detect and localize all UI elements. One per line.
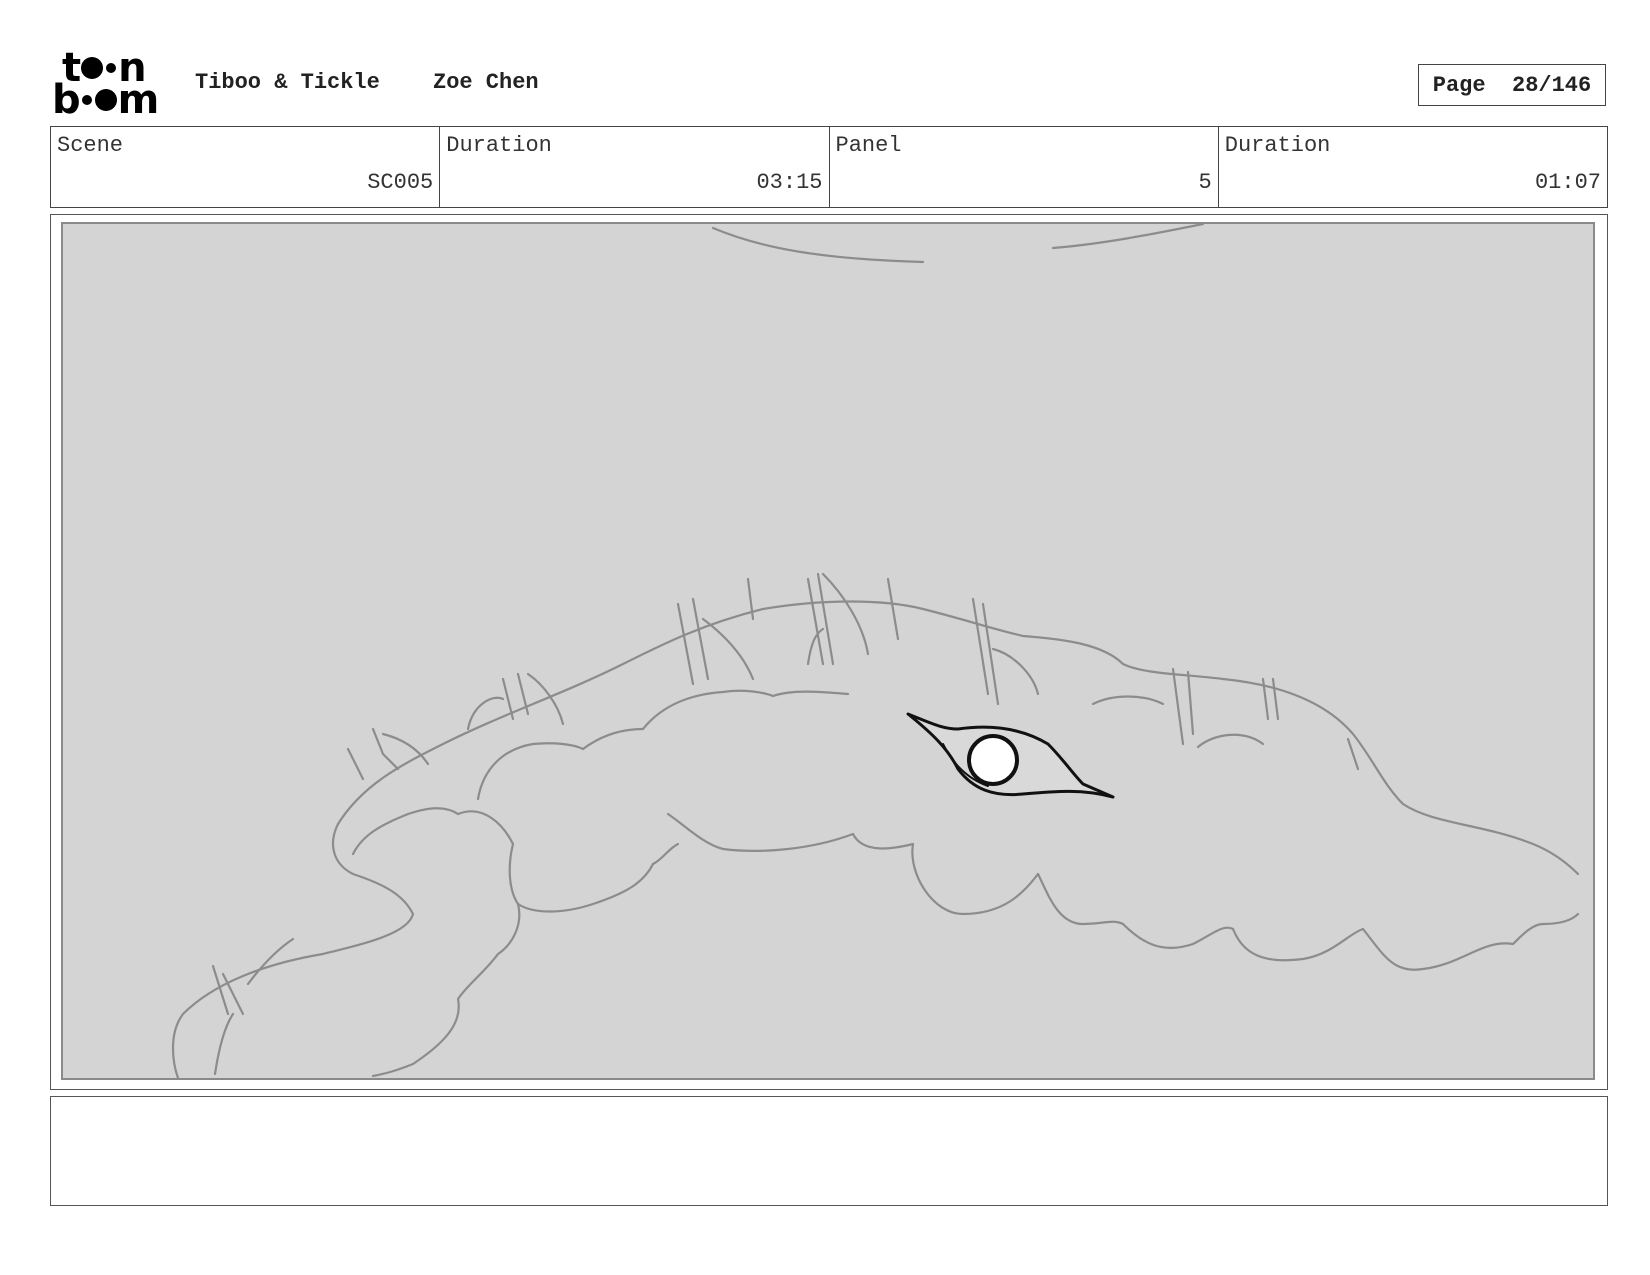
panel-label: Panel xyxy=(835,133,902,158)
storyboard-panel-frame xyxy=(50,214,1608,1090)
logo-dot xyxy=(81,95,92,105)
panel-value: 5 xyxy=(1198,170,1212,195)
scene-cell: Scene SC005 xyxy=(51,127,441,207)
creature-sketch xyxy=(171,224,1580,1078)
toon-boom-logo: t n b m xyxy=(52,48,172,123)
logo-letter-m: m xyxy=(117,77,160,123)
scene-info-table: Scene SC005 Duration 03:15 Panel 5 Durat… xyxy=(50,126,1608,208)
creature-outline xyxy=(171,224,1580,1078)
scene-duration-label: Duration xyxy=(446,133,552,158)
storyboard-panel-image xyxy=(61,222,1595,1080)
logo-dot xyxy=(94,89,117,111)
creature-eye xyxy=(906,712,1115,799)
panel-duration-cell: Duration 01:07 xyxy=(1219,127,1607,207)
logo-dot xyxy=(81,57,104,79)
scene-label: Scene xyxy=(57,133,124,158)
page-number: 28/146 xyxy=(1512,72,1592,98)
author-name: Zoe Chen xyxy=(433,70,539,95)
logo-letter-b: b xyxy=(52,77,81,123)
panel-duration-label: Duration xyxy=(1224,133,1331,158)
scene-duration-cell: Duration 03:15 xyxy=(440,127,830,207)
panel-cell: Panel 5 xyxy=(830,127,1219,207)
scene-value: SC005 xyxy=(367,170,434,195)
panel-duration-value: 01:07 xyxy=(1534,170,1601,195)
page-label: Page xyxy=(1432,72,1486,98)
panel-notes-box[interactable] xyxy=(50,1096,1608,1206)
scene-duration-value: 03:15 xyxy=(756,170,823,195)
logo-dot xyxy=(106,63,117,73)
logo-row-bottom: b m xyxy=(52,77,160,123)
project-title: Tiboo & Tickle xyxy=(195,70,380,95)
page-indicator: Page 28/146 xyxy=(1418,64,1606,106)
